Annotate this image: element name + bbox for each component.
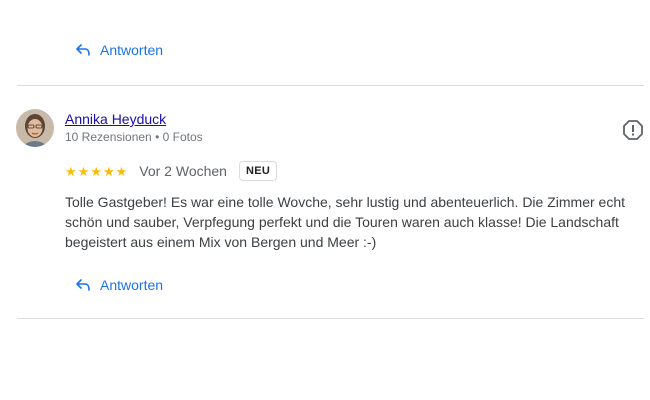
rating-row: ★ ★ ★ ★ ★ Vor 2 Wochen NEU — [65, 160, 278, 182]
star-icon: ★ — [65, 163, 77, 179]
star-icon: ★ — [102, 163, 115, 179]
divider-bottom — [17, 318, 644, 319]
previous-review-reply-label: Antworten — [100, 42, 164, 58]
star-rating: ★ ★ ★ ★ ★ — [65, 165, 127, 178]
author-meta: 10 Rezensionen • 0 Fotos — [65, 130, 203, 144]
review-text: Tolle Gastgeber! Es war eine tolle Wovch… — [65, 194, 626, 250]
author-name-link[interactable]: Annika Heyduck — [65, 111, 166, 127]
report-icon — [623, 120, 643, 140]
new-badge: NEU — [238, 161, 278, 181]
author-avatar[interactable] — [16, 109, 54, 147]
reply-icon — [76, 279, 90, 291]
report-review-button[interactable] — [622, 119, 644, 141]
reply-button[interactable]: Antworten — [76, 277, 163, 293]
reply-label: Antworten — [100, 277, 164, 293]
divider-top — [17, 85, 644, 86]
star-icon: ★ — [77, 163, 90, 179]
review-date: Vor 2 Wochen — [139, 163, 227, 179]
star-icon: ★ — [115, 163, 128, 179]
star-icon: ★ — [90, 163, 102, 179]
avatar-image — [16, 109, 54, 147]
reply-icon — [76, 44, 90, 56]
previous-review-reply-button[interactable]: Antworten — [76, 42, 163, 58]
